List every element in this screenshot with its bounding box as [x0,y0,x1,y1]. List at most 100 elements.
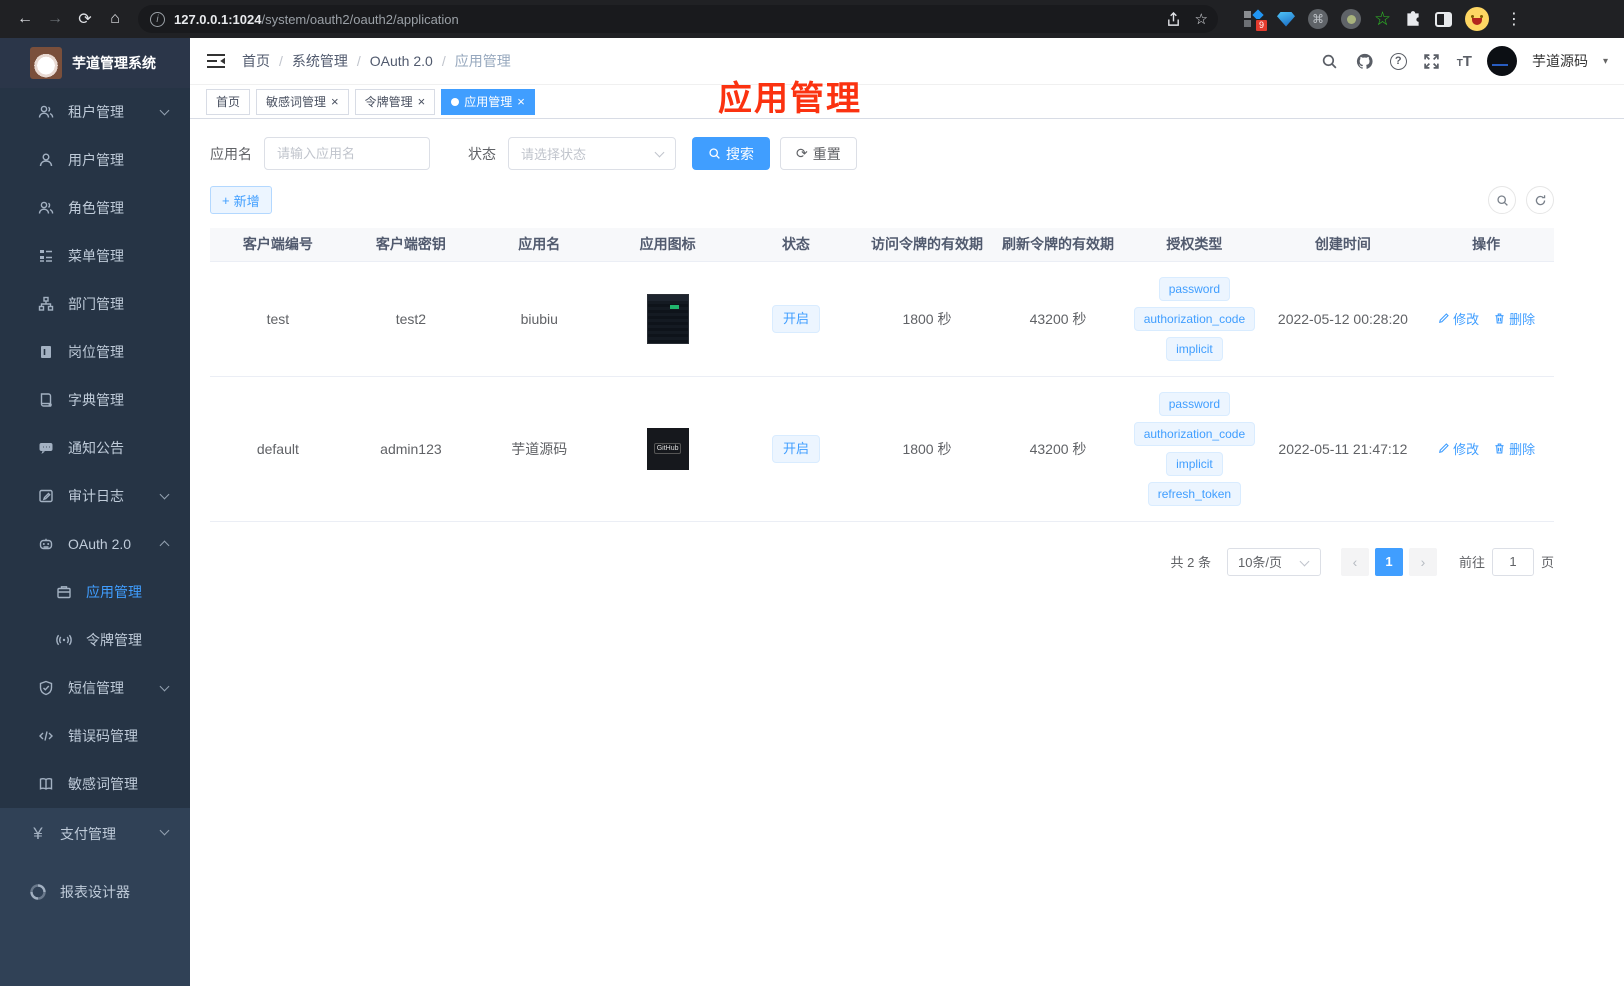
sidebar-item-notice[interactable]: 通知公告 [0,424,190,472]
message-icon [38,440,54,456]
sidebar-item-sms[interactable]: 短信管理 [0,664,190,712]
sidebar-item-role[interactable]: 角色管理 [0,184,190,232]
page-size-select[interactable]: 10条/页 [1226,547,1321,576]
tab-home[interactable]: 首页 [206,88,251,115]
page-number-button[interactable]: 1 [1374,547,1403,576]
browser-forward-button[interactable]: → [40,4,70,34]
help-icon[interactable]: ? [1389,52,1407,70]
breadcrumb-system[interactable]: 系统管理 [292,51,348,71]
refresh-icon: ⟳ [796,145,808,161]
app-logo[interactable]: 芋道管理系统 [0,38,190,88]
sidebar-item-menu[interactable]: 菜单管理 [0,232,190,280]
sidebar-item-label: 短信管理 [68,680,124,696]
refresh-table-button[interactable] [1526,186,1554,214]
delete-button[interactable]: 删除 [1493,309,1535,328]
username[interactable]: 芋道源码 [1532,51,1588,71]
breadcrumb-separator: / [356,53,361,69]
reset-button[interactable]: ⟳ 重置 [780,137,857,170]
search-icon[interactable] [1320,51,1340,71]
caret-down-icon[interactable]: ▾ [1603,56,1608,67]
delete-button[interactable]: 删除 [1493,439,1535,458]
status-badge[interactable]: 开启 [771,304,820,333]
sidebar-item-post[interactable]: 岗位管理 [0,328,190,376]
sidebar-item-audit-log[interactable]: 审计日志 [0,472,190,520]
sidebar-item-label: 部门管理 [68,296,124,312]
cell-access-ttl: 1800 秒 [859,376,995,522]
address-bar[interactable]: i 127.0.0.1:1024/system/oauth2/oauth2/ap… [138,5,1218,33]
chevron-down-icon [159,105,170,116]
font-size-icon[interactable]: TT [1457,53,1472,70]
extensions-puzzle-icon[interactable] [1404,10,1422,28]
toggle-search-button[interactable] [1488,186,1516,214]
sidebar-item-label: 报表设计器 [60,884,130,900]
share-icon[interactable] [1166,11,1181,27]
sidebar-fold-icon[interactable] [206,53,226,69]
gem-extension-icon[interactable] [1277,11,1295,27]
browser-home-button[interactable]: ⌂ [100,4,130,34]
sidebar-item-oauth2-application[interactable]: 应用管理 [0,568,190,616]
side-panel-icon[interactable] [1435,11,1453,27]
sidebar-item-oauth2[interactable]: OAuth 2.0 [0,520,190,568]
table-toolbar: + 新增 [210,186,1554,214]
command-extension-icon[interactable]: ⌘ [1308,9,1328,29]
bookmark-star-icon[interactable]: ☆ [1195,10,1208,28]
profile-avatar[interactable] [1465,7,1490,31]
close-icon[interactable]: × [418,95,426,108]
sidebar-item-sensitive-word[interactable]: 敏感词管理 [0,760,190,808]
github-icon[interactable] [1355,51,1375,71]
cell-app-name: biubiu [476,261,603,377]
prev-page-button[interactable]: ‹ [1340,547,1369,576]
sidebar-item-oauth2-token[interactable]: 令牌管理 [0,616,190,664]
org-chart-icon [38,296,54,312]
user-avatar[interactable] [1486,46,1517,76]
search-button[interactable]: 搜索 [692,137,770,170]
fullscreen-icon[interactable] [1422,51,1442,71]
edit-button[interactable]: 修改 [1437,309,1479,328]
edit-button[interactable]: 修改 [1437,439,1479,458]
col-app-name: 应用名 [476,228,603,262]
sidebar-item-dept[interactable]: 部门管理 [0,280,190,328]
id-badge-icon [38,344,54,360]
sidebar-item-errcode[interactable]: 错误码管理 [0,712,190,760]
sidebar-item-tenant[interactable]: 租户管理 [0,88,190,136]
cmd-glyph: ⌘ [1312,12,1324,26]
browser-menu-icon[interactable]: ⋮ [1506,9,1522,29]
close-icon[interactable]: × [517,95,525,108]
star-extension-icon[interactable]: ☆ [1374,10,1391,29]
navbar-actions: ? TT 芋道源码 ▾ [1320,46,1608,76]
tab-token[interactable]: 令牌管理 × [354,88,436,115]
goto-label: 前往 [1458,555,1485,570]
sidebar-item-user[interactable]: 用户管理 [0,136,190,184]
filter-form: 应用名 状态 请选择状态 搜索 ⟳重置 [210,137,1554,170]
cell-client-id: default [210,376,346,522]
extension-grid-icon[interactable]: 9 [1242,9,1268,32]
shield-check-icon [38,680,54,696]
browser-reload-button[interactable]: ⟳ [70,4,100,34]
sidebar-item-dict[interactable]: 字典管理 [0,376,190,424]
next-page-button[interactable]: › [1408,547,1437,576]
app-name-input[interactable] [264,137,430,170]
tab-application[interactable]: 应用管理 × [441,88,535,115]
sidebar-item-pay[interactable]: ¥ 支付管理 [0,808,190,860]
breadcrumb-home[interactable]: 首页 [242,51,270,71]
recorder-extension-icon[interactable] [1341,9,1361,29]
breadcrumb-oauth2[interactable]: OAuth 2.0 [370,53,433,69]
search-icon [709,148,720,159]
browser-back-button[interactable]: ← [10,4,40,34]
status-badge[interactable]: 开启 [771,434,820,463]
sidebar-item-label: 字典管理 [68,392,124,408]
add-button[interactable]: + 新增 [210,186,272,214]
tab-sensitive-word[interactable]: 敏感词管理 × [256,88,349,115]
breadcrumb-separator: / [279,53,283,69]
sidebar-item-report-designer[interactable]: 报表设计器 [0,864,190,920]
goto-page-input[interactable] [1491,547,1534,576]
sidebar-item-label: 岗位管理 [68,344,124,360]
status-select[interactable]: 请选择状态 [508,137,676,170]
site-info-icon[interactable]: i [150,11,165,27]
table-row: default admin123 芋道源码 GitHub 开启 1800 秒 4… [210,376,1554,522]
page-unit-label: 页 [1540,555,1554,570]
pen-icon [1439,443,1449,453]
close-icon[interactable]: × [331,95,339,108]
breadcrumb-current: 应用管理 [454,53,511,69]
yen-icon: ¥ [33,824,43,843]
